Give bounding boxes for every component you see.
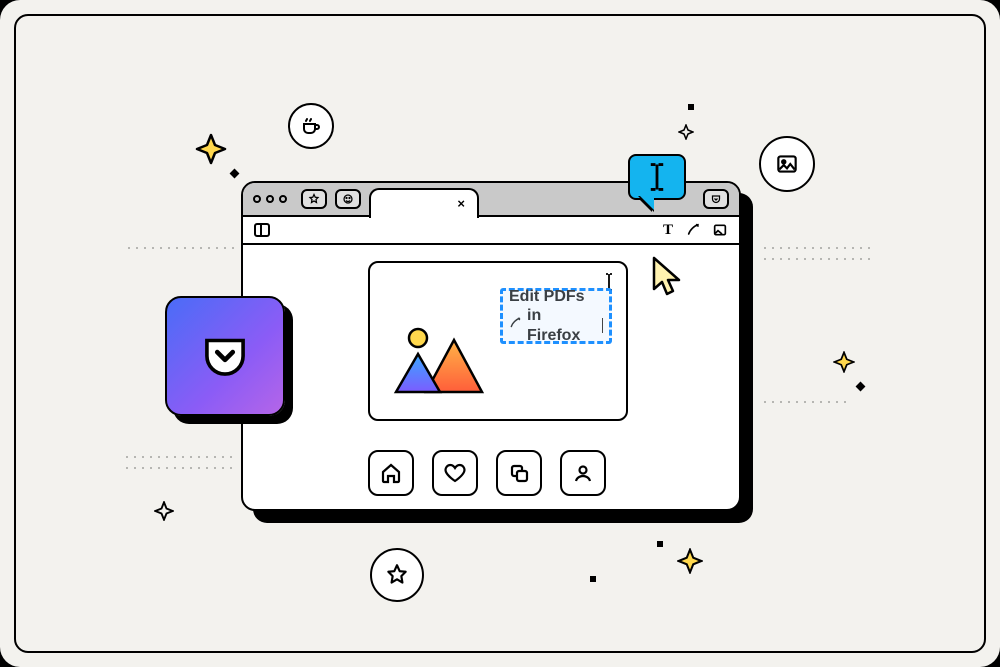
- text-selection-box[interactable]: Edit PDFs in Firefox: [500, 288, 612, 344]
- coffee-icon: [288, 103, 334, 149]
- tab-button-star[interactable]: [301, 189, 327, 209]
- toolbar: T: [243, 217, 739, 245]
- home-button[interactable]: [368, 450, 414, 496]
- decoration-dots: [123, 467, 238, 469]
- traffic-lights[interactable]: [253, 195, 287, 203]
- text-tool-icon[interactable]: T: [659, 221, 677, 239]
- star-icon: [370, 548, 424, 602]
- decoration-dot: [657, 541, 663, 547]
- sparkle-icon: [833, 351, 855, 373]
- sparkle-icon: [195, 133, 227, 165]
- mouse-cursor-icon: [650, 255, 686, 304]
- close-icon[interactable]: ×: [457, 196, 465, 211]
- decoration-dots: [761, 247, 876, 249]
- text-tool-callout: [628, 154, 686, 200]
- copy-button[interactable]: [496, 450, 542, 496]
- tab-button-pocket[interactable]: [703, 189, 729, 209]
- edit-text-line2: in Firefox: [527, 306, 596, 344]
- decoration-dot: [590, 576, 596, 582]
- active-tab[interactable]: ×: [369, 188, 479, 218]
- mountains-illustration: [388, 326, 498, 401]
- tab-button-emoji[interactable]: [335, 189, 361, 209]
- draw-tool-icon[interactable]: [685, 221, 703, 239]
- browser-window: × T: [241, 181, 741, 511]
- edit-text-line1: Edit PDFs: [509, 287, 585, 306]
- decoration-dots: [761, 401, 851, 403]
- insert-image-icon[interactable]: [711, 221, 729, 239]
- text-caret: [602, 318, 603, 333]
- decoration-dots: [125, 247, 240, 249]
- decoration-dots: [123, 456, 238, 458]
- sparkle-icon: [677, 548, 703, 574]
- decoration-dots: [761, 258, 876, 260]
- image-icon: [759, 136, 815, 192]
- pocket-tile[interactable]: [165, 296, 285, 416]
- action-buttons: [368, 450, 606, 496]
- decoration-dot: [688, 104, 694, 110]
- document-preview[interactable]: Edit PDFs in Firefox: [368, 261, 628, 421]
- heart-button[interactable]: [432, 450, 478, 496]
- sparkle-icon: [678, 124, 694, 140]
- sparkle-icon: [154, 501, 174, 521]
- pen-icon: [509, 316, 523, 335]
- profile-button[interactable]: [560, 450, 606, 496]
- sidebar-toggle-icon[interactable]: [253, 221, 271, 239]
